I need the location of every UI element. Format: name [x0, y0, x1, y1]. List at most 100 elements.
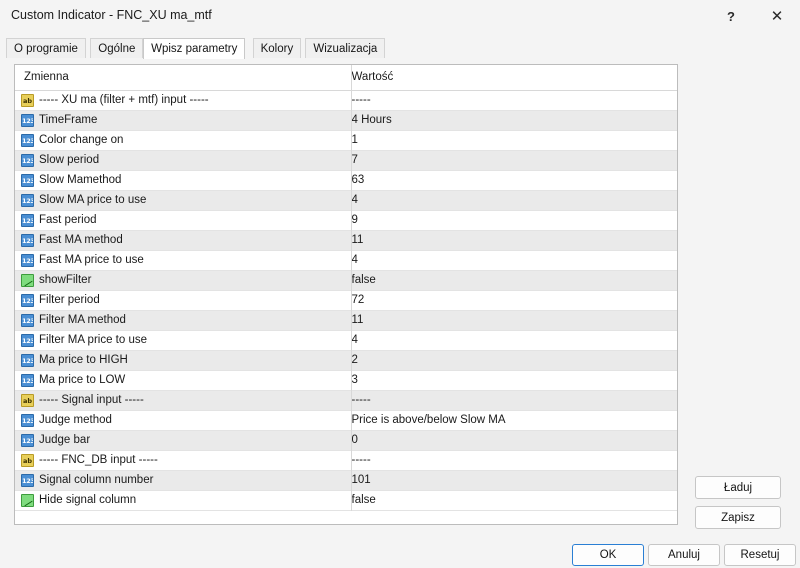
- parameter-name-cell[interactable]: 123TimeFrame: [15, 111, 351, 131]
- string-icon: ab: [21, 94, 34, 107]
- table-row[interactable]: 123 Slow period 7: [15, 151, 677, 171]
- table-row[interactable]: 123Signal column number101: [15, 471, 677, 491]
- parameter-name-cell[interactable]: 123Filter MA price to use: [15, 331, 351, 351]
- parameter-value-cell[interactable]: 4: [351, 331, 677, 351]
- parameter-name-cell[interactable]: ab----- FNC_DB input -----: [15, 451, 351, 471]
- table-row[interactable]: 123Ma price to LOW3: [15, 371, 677, 391]
- parameter-name-cell[interactable]: ab----- XU ma (filter + mtf) input -----: [15, 91, 351, 111]
- parameter-name-cell[interactable]: 123Slow MA price to use: [15, 191, 351, 211]
- table-row[interactable]: 123Filter MA price to use4: [15, 331, 677, 351]
- table-row[interactable]: 123Filter period72: [15, 291, 677, 311]
- parameter-name-cell[interactable]: 123Filter period: [15, 291, 351, 311]
- table-row[interactable]: ab----- Signal input ----------: [15, 391, 677, 411]
- parameter-value-cell[interactable]: -----: [351, 391, 677, 411]
- help-icon[interactable]: ?: [708, 0, 754, 32]
- parameter-name-cell[interactable]: 123Color change on: [15, 131, 351, 151]
- parameters-table-container[interactable]: Zmienna Wartość ab----- XU ma (filter + …: [14, 64, 678, 525]
- parameter-value-cell[interactable]: Price is above/below Slow MA: [351, 411, 677, 431]
- tab-wizualizacja[interactable]: Wizualizacja: [305, 38, 385, 58]
- number-icon: 123: [21, 154, 34, 167]
- load-button[interactable]: Ładuj: [695, 476, 781, 499]
- parameter-name-label: ----- Signal input -----: [39, 391, 144, 410]
- table-row[interactable]: Hide signal columnfalse: [15, 491, 677, 511]
- table-row[interactable]: showFilterfalse: [15, 271, 677, 291]
- parameter-name-label: Slow period: [39, 151, 99, 170]
- table-row[interactable]: 123Slow Mamethod63: [15, 171, 677, 191]
- parameter-value-cell[interactable]: 1: [351, 131, 677, 151]
- parameter-value-cell[interactable]: 63: [351, 171, 677, 191]
- table-row[interactable]: 123TimeFrame4 Hours: [15, 111, 677, 131]
- parameter-name-cell[interactable]: 123Slow Mamethod: [15, 171, 351, 191]
- parameter-name-cell[interactable]: 123Fast MA price to use: [15, 251, 351, 271]
- ok-button[interactable]: OK: [572, 544, 644, 566]
- parameter-name-cell[interactable]: 123 Slow period: [15, 151, 351, 171]
- parameter-name-cell[interactable]: 123Judge bar: [15, 431, 351, 451]
- tab-label: Ogólne: [98, 43, 135, 55]
- parameter-name-label: Signal column number: [39, 471, 153, 490]
- tab-label: Wizualizacja: [313, 43, 377, 55]
- table-row[interactable]: 123Slow MA price to use4: [15, 191, 677, 211]
- tab-og-lne[interactable]: Ogólne: [90, 38, 143, 58]
- parameter-name-label: Slow MA price to use: [39, 191, 146, 210]
- parameter-value-cell[interactable]: 4 Hours: [351, 111, 677, 131]
- parameters-table: Zmienna Wartość ab----- XU ma (filter + …: [15, 65, 677, 511]
- cancel-button[interactable]: Anuluj: [648, 544, 720, 566]
- save-button[interactable]: Zapisz: [695, 506, 781, 529]
- parameter-name-cell[interactable]: 123Ma price to LOW: [15, 371, 351, 391]
- parameter-value-cell[interactable]: 0: [351, 431, 677, 451]
- parameter-value-cell[interactable]: 4: [351, 191, 677, 211]
- parameter-name-cell[interactable]: 123Judge method: [15, 411, 351, 431]
- table-header-row: Zmienna Wartość: [15, 65, 677, 91]
- table-row[interactable]: ab----- FNC_DB input ----------: [15, 451, 677, 471]
- number-icon: 123: [21, 214, 34, 227]
- parameter-value-cell[interactable]: false: [351, 271, 677, 291]
- parameters-table-body: ab----- XU ma (filter + mtf) input -----…: [15, 91, 677, 511]
- parameter-value-cell[interactable]: 101: [351, 471, 677, 491]
- table-row[interactable]: 123Color change on1: [15, 131, 677, 151]
- reset-button[interactable]: Resetuj: [724, 544, 796, 566]
- parameter-value-cell[interactable]: -----: [351, 451, 677, 471]
- parameter-name-label: Filter MA method: [39, 311, 126, 330]
- table-row[interactable]: ab----- XU ma (filter + mtf) input -----…: [15, 91, 677, 111]
- tab-wpisz-parametry[interactable]: Wpisz parametry: [143, 38, 245, 59]
- parameter-name-label: Judge bar: [39, 431, 90, 450]
- parameter-name-cell[interactable]: ab----- Signal input -----: [15, 391, 351, 411]
- parameter-name-cell[interactable]: 123Fast MA method: [15, 231, 351, 251]
- table-row[interactable]: 123Fast MA price to use4: [15, 251, 677, 271]
- parameter-name-label: ----- FNC_DB input -----: [39, 451, 158, 470]
- parameter-value-cell[interactable]: 9: [351, 211, 677, 231]
- parameter-value-cell[interactable]: 11: [351, 311, 677, 331]
- column-header-variable-label: Zmienna: [24, 65, 69, 90]
- parameter-name-cell[interactable]: showFilter: [15, 271, 351, 291]
- parameter-name-cell[interactable]: 123Ma price to HIGH: [15, 351, 351, 371]
- parameter-value-cell[interactable]: 72: [351, 291, 677, 311]
- parameter-value-cell[interactable]: -----: [351, 91, 677, 111]
- column-header-variable[interactable]: Zmienna: [15, 65, 351, 91]
- number-icon: 123: [21, 334, 34, 347]
- table-row[interactable]: 123Judge methodPrice is above/below Slow…: [15, 411, 677, 431]
- column-header-value[interactable]: Wartość: [351, 65, 677, 91]
- parameter-name-label: Judge method: [39, 411, 112, 430]
- parameter-value-cell[interactable]: 3: [351, 371, 677, 391]
- table-row[interactable]: 123Judge bar0: [15, 431, 677, 451]
- parameter-value-cell[interactable]: 7: [351, 151, 677, 171]
- parameter-name-cell[interactable]: Hide signal column: [15, 491, 351, 511]
- parameter-value-cell[interactable]: 2: [351, 351, 677, 371]
- parameter-value-cell[interactable]: 4: [351, 251, 677, 271]
- table-row[interactable]: 123Fast period9: [15, 211, 677, 231]
- parameter-value-cell[interactable]: 11: [351, 231, 677, 251]
- parameter-name-cell[interactable]: 123Signal column number: [15, 471, 351, 491]
- tab-o-programie[interactable]: O programie: [6, 38, 86, 58]
- tab-kolory[interactable]: Kolory: [253, 38, 302, 58]
- number-icon: 123: [21, 254, 34, 267]
- table-row[interactable]: 123Filter MA method11: [15, 311, 677, 331]
- parameter-name-label: Ma price to HIGH: [39, 351, 128, 370]
- parameter-name-cell[interactable]: 123Filter MA method: [15, 311, 351, 331]
- table-row[interactable]: 123Fast MA method11: [15, 231, 677, 251]
- table-row[interactable]: 123Ma price to HIGH2: [15, 351, 677, 371]
- number-icon: 123: [21, 174, 34, 187]
- parameter-value-cell[interactable]: false: [351, 491, 677, 511]
- close-icon[interactable]: ✕: [754, 0, 800, 32]
- parameter-name-label: Fast MA method: [39, 231, 123, 250]
- parameter-name-cell[interactable]: 123Fast period: [15, 211, 351, 231]
